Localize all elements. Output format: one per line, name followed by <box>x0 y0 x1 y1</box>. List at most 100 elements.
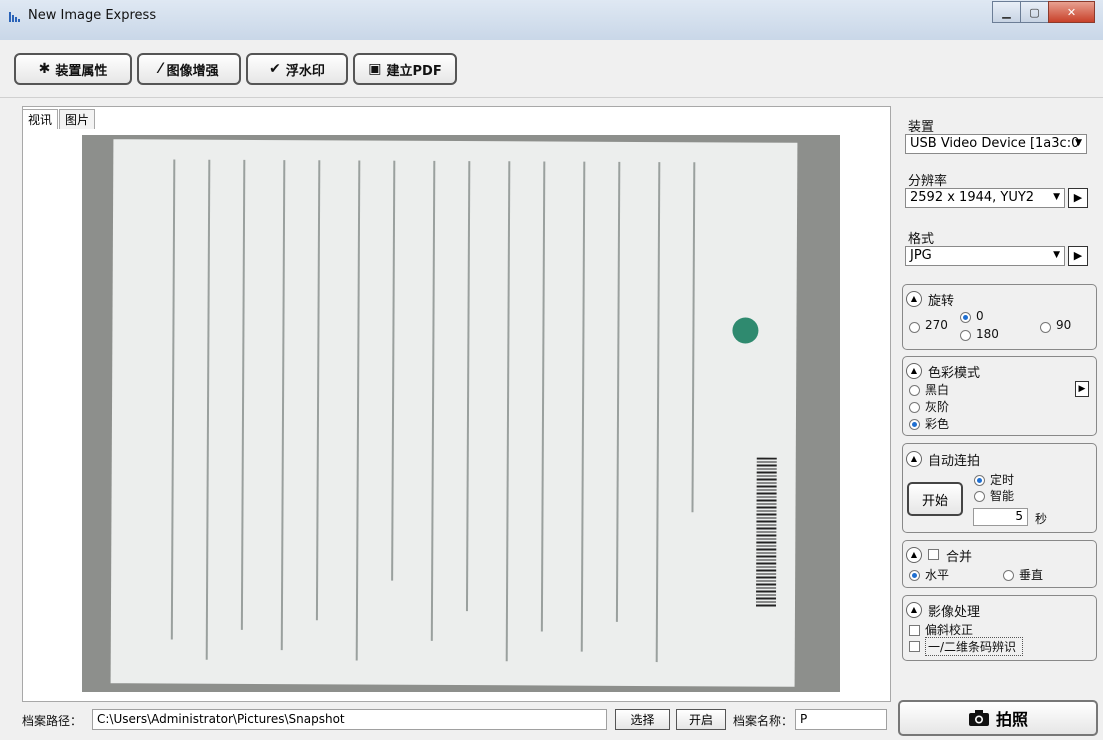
resolution-select[interactable]: 2592 x 1944, YUY2 ▼ <box>905 188 1065 208</box>
gear-icon: ✱ <box>38 61 51 77</box>
auto-capture-title: 自动连拍 <box>928 454 981 469</box>
merge-collapse-button[interactable]: ▲ <box>906 547 922 563</box>
deskew-checkbox[interactable] <box>909 625 920 636</box>
scanned-document <box>110 139 798 687</box>
toolbar: ✱ 装置属性 ⁄ 图像增强 ✔ 浮水印 ▣ 建立PDF <box>0 40 1103 98</box>
document-logo <box>732 317 759 344</box>
auto-seconds-unit: 秒 <box>1035 512 1048 526</box>
auto-timed-radio[interactable] <box>974 475 985 486</box>
rotate-0-radio[interactable] <box>960 312 971 323</box>
rotate-180-radio[interactable] <box>960 330 971 341</box>
create-pdf-button[interactable]: ▣ 建立PDF <box>353 53 457 85</box>
format-apply-button[interactable]: ▶ <box>1068 246 1088 266</box>
chevron-up-icon: ▲ <box>910 550 918 559</box>
merge-vertical-radio[interactable] <box>1003 570 1014 581</box>
auto-seconds-input[interactable]: 5 <box>973 508 1028 526</box>
color-mode-title: 色彩模式 <box>928 366 981 381</box>
choose-button[interactable]: 选择 <box>615 709 670 730</box>
image-processing-title: 影像处理 <box>928 605 981 620</box>
color-color-label: 彩色 <box>925 417 950 431</box>
pdf-icon: ▣ <box>368 61 382 77</box>
close-icon: ✕ <box>1066 5 1077 19</box>
format-label: 格式 <box>908 232 935 247</box>
image-processing-collapse-button[interactable]: ▲ <box>906 602 922 618</box>
barcode-checkbox[interactable] <box>909 641 920 652</box>
auto-smart-label: 智能 <box>990 489 1015 503</box>
color-gray-label: 灰阶 <box>925 400 950 414</box>
rotate-title: 旋转 <box>928 294 955 309</box>
device-select[interactable]: USB Video Device [1a3c:0 ▼ <box>905 134 1087 154</box>
tab-image[interactable]: 图片 <box>59 109 96 129</box>
rotate-90-label: 90 <box>1056 318 1072 332</box>
format-select-value: JPG <box>910 248 932 263</box>
device-properties-label: 装置属性 <box>55 63 108 79</box>
resolution-label: 分辨率 <box>908 174 948 189</box>
merge-vertical-label: 垂直 <box>1019 568 1044 582</box>
tab-video[interactable]: 视讯 <box>22 109 59 129</box>
color-bw-label: 黑白 <box>925 383 950 397</box>
maximize-icon: ▢ <box>1029 5 1040 19</box>
merge-checkbox[interactable] <box>928 549 939 560</box>
color-mode-apply-button[interactable]: ▶ <box>1075 381 1089 397</box>
create-pdf-label: 建立PDF <box>386 63 442 79</box>
minimize-icon: ▁ <box>1002 5 1011 19</box>
resolution-apply-button[interactable]: ▶ <box>1068 188 1088 208</box>
file-name-label: 档案名称： <box>733 714 794 728</box>
device-label: 装置 <box>908 120 935 135</box>
close-button[interactable]: ✕ <box>1048 1 1095 23</box>
play-icon: ▶ <box>1078 384 1086 394</box>
chevron-up-icon: ▲ <box>910 294 918 303</box>
capture-button[interactable]: 拍照 <box>898 700 1098 736</box>
path-input[interactable]: C:\Users\Administrator\Pictures\Snapshot <box>92 709 607 730</box>
check-icon: ✔ <box>269 61 281 77</box>
rotate-90-radio[interactable] <box>1040 322 1051 333</box>
barcode-label: 一/二维条码辨识 <box>925 637 1024 656</box>
maximize-button[interactable]: ▢ <box>1020 1 1049 23</box>
image-enhance-label: 图像增强 <box>166 63 219 79</box>
camera-preview <box>82 135 840 692</box>
merge-horizontal-label: 水平 <box>925 568 950 582</box>
chevron-down-icon: ▼ <box>1075 138 1082 148</box>
rotate-270-label: 270 <box>925 318 948 332</box>
color-mode-collapse-button[interactable]: ▲ <box>906 363 922 379</box>
view-tabs: 视讯 图片 <box>22 109 96 129</box>
play-icon: ▶ <box>1073 249 1083 262</box>
minimize-button[interactable]: ▁ <box>992 1 1021 23</box>
color-bw-radio[interactable] <box>909 385 920 396</box>
window-controls: ▁ ▢ ✕ <box>992 1 1095 23</box>
format-select[interactable]: JPG ▼ <box>905 246 1065 266</box>
open-button[interactable]: 开启 <box>676 709 726 730</box>
app-logo-icon <box>9 12 20 22</box>
window-title: New Image Express <box>28 8 157 23</box>
path-label: 档案路径： <box>22 714 83 728</box>
resolution-select-value: 2592 x 1944, YUY2 <box>910 190 1035 205</box>
document-barcode <box>755 457 777 608</box>
rotate-180-label: 180 <box>976 327 999 341</box>
chevron-down-icon: ▼ <box>1053 250 1060 260</box>
color-color-radio[interactable] <box>909 419 920 430</box>
rotate-0-label: 0 <box>976 309 984 323</box>
watermark-button[interactable]: ✔ 浮水印 <box>246 53 348 85</box>
image-enhance-button[interactable]: ⁄ 图像增强 <box>137 53 241 85</box>
auto-capture-start-button[interactable]: 开始 <box>907 482 963 516</box>
auto-capture-collapse-button[interactable]: ▲ <box>906 451 922 467</box>
chevron-down-icon: ▼ <box>1053 192 1060 202</box>
title-bar: New Image Express ▁ ▢ ✕ <box>0 0 1103 41</box>
chevron-up-icon: ▲ <box>910 605 918 614</box>
merge-horizontal-radio[interactable] <box>909 570 920 581</box>
deskew-label: 偏斜校正 <box>925 623 974 637</box>
play-icon: ▶ <box>1073 191 1083 204</box>
device-select-value: USB Video Device [1a3c:0 <box>910 136 1080 151</box>
auto-smart-radio[interactable] <box>974 491 985 502</box>
chevron-up-icon: ▲ <box>910 454 918 463</box>
magic-wand-icon: ⁄ <box>159 61 162 77</box>
auto-timed-label: 定时 <box>990 473 1015 487</box>
chevron-up-icon: ▲ <box>910 366 918 375</box>
file-name-input[interactable]: P <box>795 709 887 730</box>
color-gray-radio[interactable] <box>909 402 920 413</box>
rotate-270-radio[interactable] <box>909 322 920 333</box>
rotate-collapse-button[interactable]: ▲ <box>906 291 922 307</box>
merge-title: 合并 <box>946 550 973 565</box>
camera-icon <box>968 710 989 726</box>
device-properties-button[interactable]: ✱ 装置属性 <box>14 53 132 85</box>
